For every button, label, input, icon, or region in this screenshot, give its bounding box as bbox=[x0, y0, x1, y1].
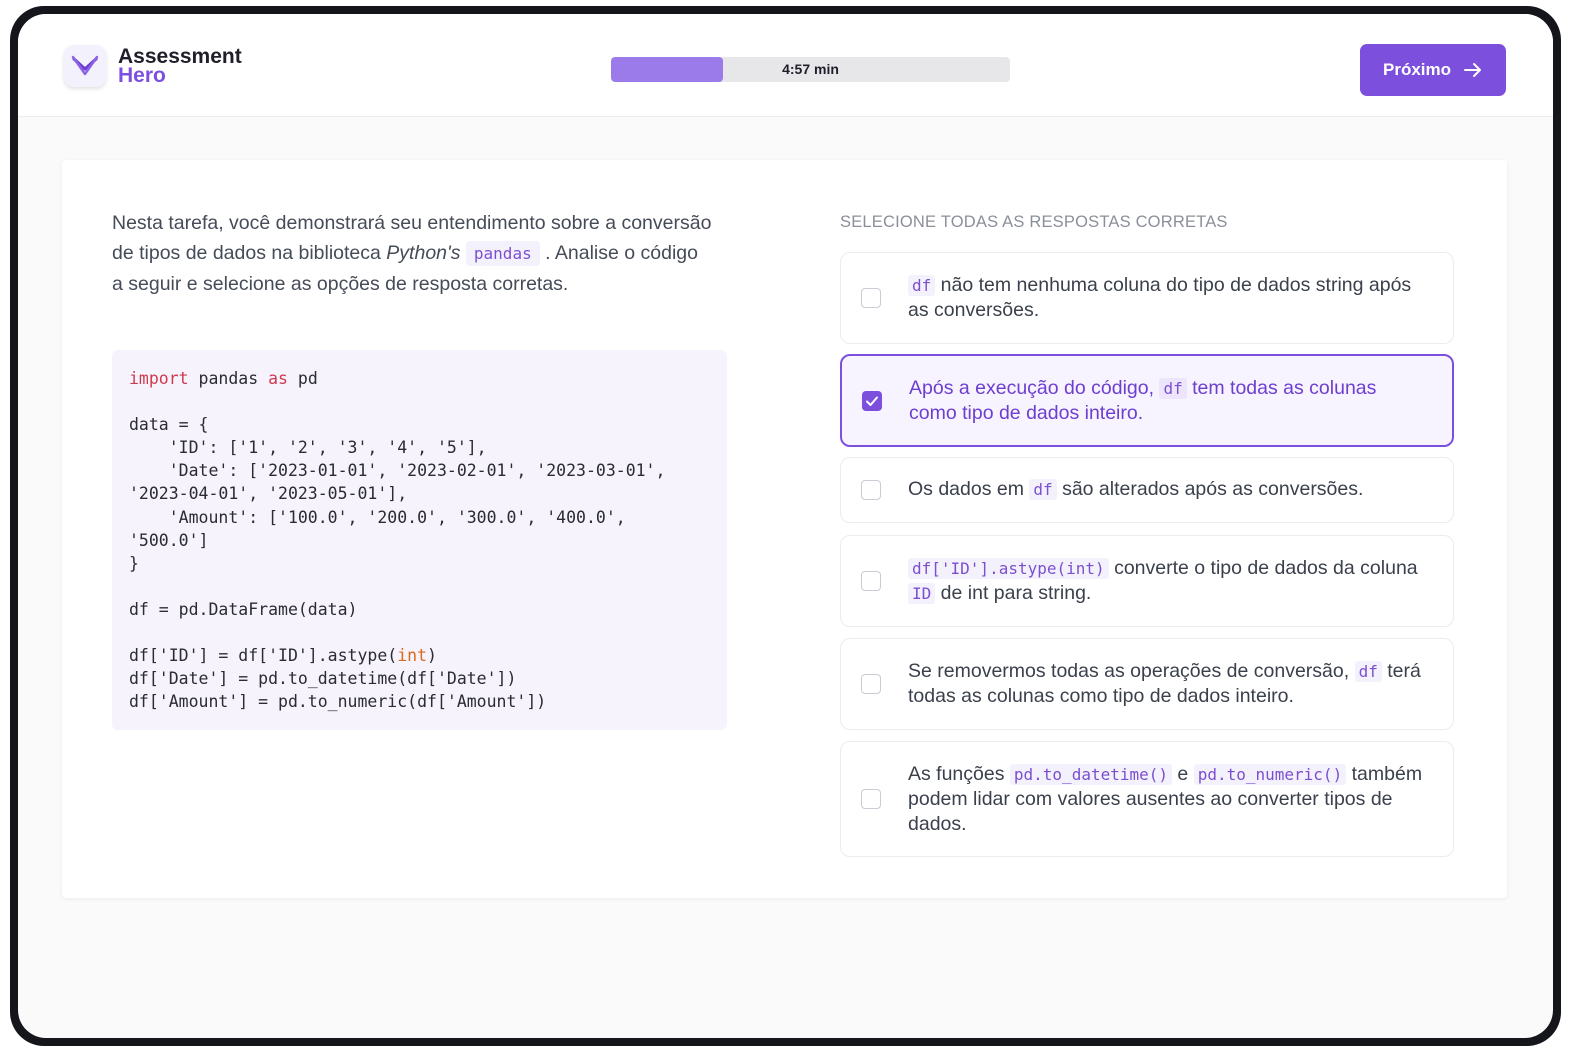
option-text-part: Se removermos todas as operações de conv… bbox=[908, 660, 1355, 682]
option-text-part: As funções bbox=[908, 763, 1010, 785]
inline-code: df bbox=[908, 275, 936, 296]
code-line: df['Date'] = pd.to_datetime(df['Date']) bbox=[129, 669, 517, 689]
checkbox[interactable] bbox=[861, 571, 881, 591]
code-keyword-import: import bbox=[129, 369, 189, 388]
inline-code: df bbox=[1159, 378, 1187, 399]
option-text: Após a execução do código, df tem todas … bbox=[909, 376, 1422, 426]
code-line: '2023-04-01', '2023-05-01'], bbox=[129, 484, 408, 504]
timer-progress-bar: 4:57 min bbox=[611, 57, 1010, 82]
inline-code: df bbox=[1029, 479, 1057, 500]
code-line: 'Amount': ['100.0', '200.0', '300.0', '4… bbox=[129, 507, 626, 527]
intro-python: Python's bbox=[386, 242, 461, 264]
next-button-label: Próximo bbox=[1382, 60, 1452, 79]
logo-icon bbox=[64, 45, 106, 87]
code-text: ) bbox=[427, 646, 437, 666]
option-text-part: converte o tipo de dados da coluna bbox=[1108, 557, 1418, 579]
inline-code: df['ID'].astype(int) bbox=[908, 558, 1109, 579]
inline-code: ID bbox=[908, 583, 936, 604]
code-keyword-as: as bbox=[268, 369, 288, 388]
app-logo: Assessment Hero bbox=[64, 45, 242, 87]
code-text: pandas bbox=[188, 369, 269, 388]
checkbox[interactable] bbox=[861, 789, 881, 809]
option-text-part: Após a execução do código, bbox=[909, 377, 1160, 399]
option-text-part: Os dados em bbox=[908, 478, 1030, 500]
logo-text-hero: Hero bbox=[118, 64, 166, 87]
option-text: Se removermos todas as operações de conv… bbox=[908, 659, 1423, 709]
answer-option-1[interactable]: df não tem nenhuma coluna do tipo de dad… bbox=[840, 252, 1454, 344]
option-text-part: são alterados após as conversões. bbox=[1056, 478, 1364, 500]
option-text: df não tem nenhuma coluna do tipo de dad… bbox=[908, 273, 1423, 323]
option-text: As funções pd.to_datetime() e pd.to_nume… bbox=[908, 762, 1423, 837]
code-text: pd bbox=[287, 369, 318, 388]
inline-code: pd.to_numeric() bbox=[1193, 764, 1347, 785]
device-frame: Assessment Hero 4:57 min Próximo Nesta t… bbox=[10, 6, 1561, 1046]
option-text-part: e bbox=[1172, 763, 1194, 785]
option-text-part: de int para string. bbox=[935, 582, 1092, 604]
code-line: '500.0'] bbox=[129, 530, 209, 550]
inline-code: df bbox=[1354, 661, 1382, 682]
code-line: 'Date': ['2023-01-01', '2023-02-01', '20… bbox=[129, 461, 666, 481]
code-line: df = pd.DataFrame(data) bbox=[129, 599, 358, 619]
answer-option-3[interactable]: Os dados em df são alterados após as con… bbox=[840, 457, 1454, 523]
timer-label: 4:57 min bbox=[782, 61, 839, 77]
intro-pandas-code: pandas bbox=[465, 241, 540, 266]
checkbox-checked[interactable] bbox=[862, 391, 882, 411]
inline-code: pd.to_datetime() bbox=[1009, 764, 1173, 785]
task-description: Nesta tarefa, você demonstrará seu enten… bbox=[112, 208, 712, 299]
code-line: df['Amount'] = pd.to_numeric(df['Amount'… bbox=[129, 692, 547, 712]
code-line: data = { bbox=[129, 415, 209, 435]
question-card: Nesta tarefa, você demonstrará seu enten… bbox=[62, 160, 1507, 898]
top-bar: Assessment Hero 4:57 min Próximo bbox=[18, 14, 1553, 117]
code-line: } bbox=[129, 553, 139, 573]
code-builtin-int: int bbox=[397, 646, 428, 666]
checkbox[interactable] bbox=[861, 674, 881, 694]
app-screen: Assessment Hero 4:57 min Próximo Nesta t… bbox=[18, 14, 1553, 1038]
code-content: import pandas as pd data = { 'ID': ['1',… bbox=[129, 367, 665, 713]
option-text: Os dados em df são alterados após as con… bbox=[908, 477, 1423, 502]
answer-option-2[interactable]: Após a execução do código, df tem todas … bbox=[840, 354, 1454, 447]
answer-option-5[interactable]: Se removermos todas as operações de conv… bbox=[840, 638, 1454, 730]
code-text: df['ID'] = df['ID'].astype( bbox=[129, 646, 398, 666]
answer-option-6[interactable]: As funções pd.to_datetime() e pd.to_nume… bbox=[840, 741, 1454, 857]
answer-option-4[interactable]: df['ID'].astype(int) converte o tipo de … bbox=[840, 535, 1454, 627]
check-icon bbox=[866, 396, 878, 406]
arrow-right-icon bbox=[1463, 62, 1483, 78]
checkbox[interactable] bbox=[861, 480, 881, 500]
option-text-part: não tem nenhuma coluna do tipo de dados … bbox=[908, 274, 1412, 321]
code-line: 'ID': ['1', '2', '3', '4', '5'], bbox=[129, 438, 487, 458]
next-button[interactable]: Próximo bbox=[1360, 44, 1506, 96]
code-block: import pandas as pd data = { 'ID': ['1',… bbox=[112, 350, 727, 730]
question-instruction: SELECIONE TODAS AS RESPOSTAS CORRETAS bbox=[840, 213, 1228, 231]
option-text: df['ID'].astype(int) converte o tipo de … bbox=[908, 556, 1423, 606]
checkbox[interactable] bbox=[861, 288, 881, 308]
